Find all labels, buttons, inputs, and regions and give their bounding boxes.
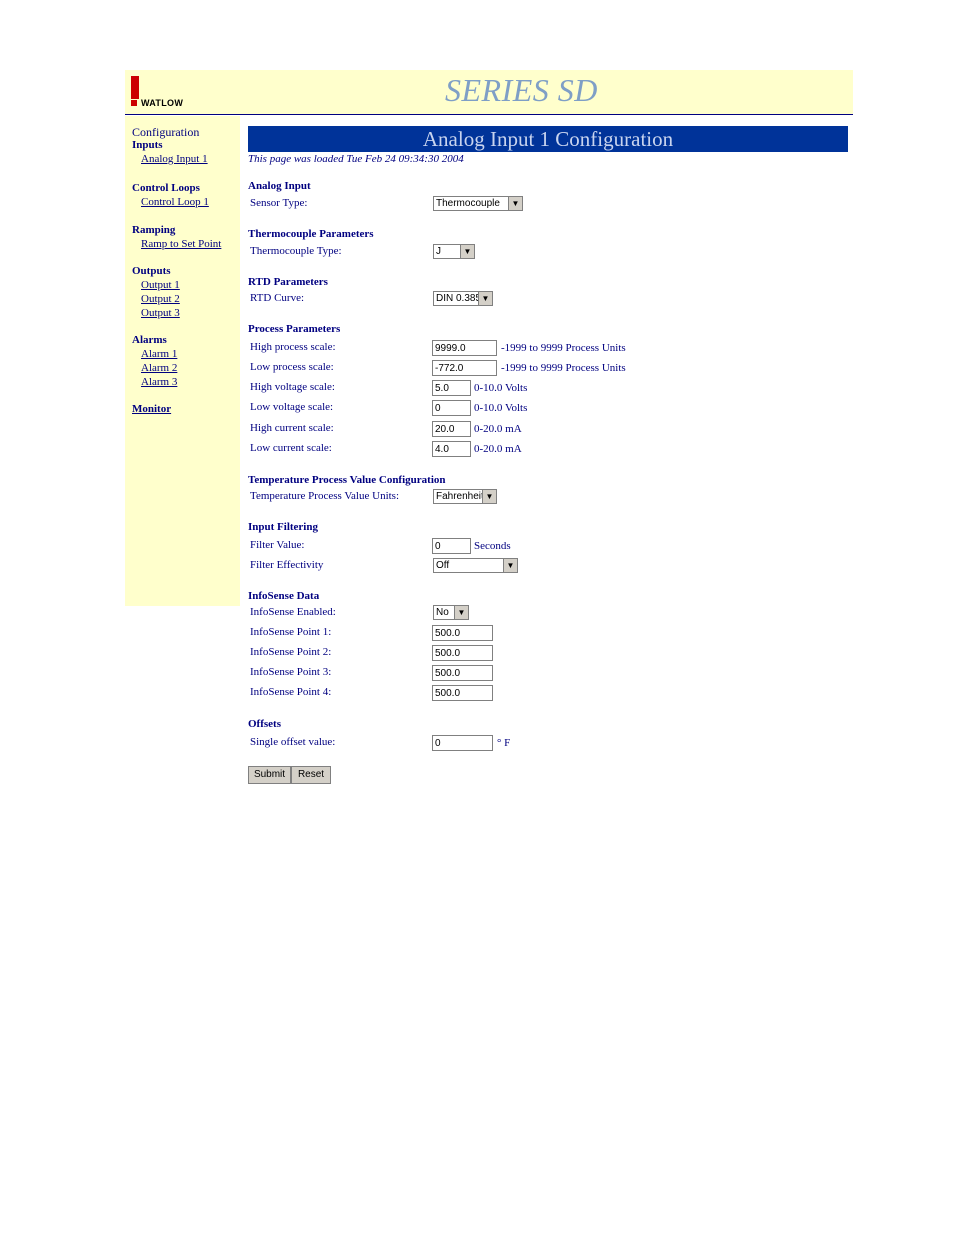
temperature-units-value: Fahrenheit xyxy=(436,491,484,502)
single-offset-input[interactable] xyxy=(432,735,493,751)
nav-group-alarms: Alarms Alarm 1 Alarm 2 Alarm 3 xyxy=(132,334,177,389)
chevron-down-icon: ▼ xyxy=(454,606,468,619)
section-process-parameters: Process Parameters xyxy=(248,323,341,335)
sensor-type-value: Thermocouple xyxy=(436,198,500,209)
temperature-units-select[interactable]: Fahrenheit ▼ xyxy=(433,489,497,504)
low-process-scale-label: Low process scale: xyxy=(250,361,334,373)
logo-bar-icon xyxy=(131,76,139,99)
series-title: SERIES SD xyxy=(445,72,598,108)
logo-mark-icon xyxy=(131,100,137,106)
infosense-enabled-select[interactable]: No ▼ xyxy=(433,605,469,620)
chevron-down-icon: ▼ xyxy=(482,490,496,503)
high-current-scale-range: 0-20.0 mA xyxy=(474,423,522,435)
infosense-point-2-input[interactable] xyxy=(432,645,493,661)
low-current-scale-range: 0-20.0 mA xyxy=(474,443,522,455)
low-process-scale-input[interactable] xyxy=(432,360,497,376)
infosense-point-1-label: InfoSense Point 1: xyxy=(250,626,332,638)
filter-value-unit: Seconds xyxy=(474,540,511,552)
high-current-scale-input[interactable] xyxy=(432,421,471,437)
sensor-type-label: Sensor Type: xyxy=(250,197,308,209)
high-process-scale-range: -1999 to 9999 Process Units xyxy=(501,342,626,354)
sidebar-item-output-3[interactable]: Output 3 xyxy=(141,306,180,320)
nav-heading-alarms: Alarms xyxy=(132,334,167,346)
low-current-scale-label: Low current scale: xyxy=(250,442,332,454)
nav-heading-control-loops: Control Loops xyxy=(132,182,200,194)
sidebar-item-control-loop-1[interactable]: Control Loop 1 xyxy=(141,195,209,209)
infosense-point-4-label: InfoSense Point 4: xyxy=(250,686,332,698)
nav-group-control-loops: Control Loops Control Loop 1 xyxy=(132,182,209,209)
filter-value-input[interactable] xyxy=(432,538,471,554)
section-offsets: Offsets xyxy=(248,718,281,730)
high-process-scale-label: High process scale: xyxy=(250,341,336,353)
thermocouple-type-value: J xyxy=(436,246,441,257)
chevron-down-icon: ▼ xyxy=(460,245,474,258)
section-infosense: InfoSense Data xyxy=(248,590,320,602)
single-offset-unit: ° F xyxy=(497,737,511,749)
filter-value-label: Filter Value: xyxy=(250,539,305,551)
page-title: Analog Input 1 Configuration xyxy=(248,126,848,152)
high-voltage-scale-input[interactable] xyxy=(432,380,471,396)
sensor-type-select[interactable]: Thermocouple ▼ xyxy=(433,196,523,211)
single-offset-label: Single offset value: xyxy=(250,736,336,748)
infosense-point-1-input[interactable] xyxy=(432,625,493,641)
reset-button[interactable]: Reset xyxy=(291,766,331,784)
filter-effectivity-label: Filter Effectivity xyxy=(250,559,324,571)
low-current-scale-input[interactable] xyxy=(432,441,471,457)
submit-button[interactable]: Submit xyxy=(248,766,291,784)
nav-heading-configuration: Configuration xyxy=(132,125,200,139)
low-voltage-scale-range: 0-10.0 Volts xyxy=(474,402,528,414)
rtd-curve-value: DIN 0.385 xyxy=(436,293,482,304)
chevron-down-icon: ▼ xyxy=(503,559,517,572)
sidebar-item-monitor[interactable]: Monitor xyxy=(132,402,171,416)
sidebar: Configuration Inputs Analog Input 1 Cont… xyxy=(125,116,240,606)
nav-group-configuration: Configuration Inputs Analog Input 1 xyxy=(132,126,208,166)
nav-group-monitor: Monitor xyxy=(132,402,171,416)
sidebar-item-ramp-to-set-point[interactable]: Ramp to Set Point xyxy=(141,237,221,251)
sidebar-item-output-1[interactable]: Output 1 xyxy=(141,278,180,292)
watlow-logo: WATLOW xyxy=(131,76,195,108)
sidebar-item-analog-input-1[interactable]: Analog Input 1 xyxy=(141,152,208,166)
infosense-enabled-value: No xyxy=(436,607,449,618)
low-voltage-scale-label: Low voltage scale: xyxy=(250,401,334,413)
filter-effectivity-value: Off xyxy=(436,560,450,571)
infosense-point-2-label: InfoSense Point 2: xyxy=(250,646,332,658)
infosense-enabled-label: InfoSense Enabled: xyxy=(250,606,336,618)
infosense-point-3-label: InfoSense Point 3: xyxy=(250,666,332,678)
section-rtd: RTD Parameters xyxy=(248,276,328,288)
high-voltage-scale-range: 0-10.0 Volts xyxy=(474,382,528,394)
load-timestamp: This page was loaded Tue Feb 24 09:34:30… xyxy=(248,153,464,165)
low-process-scale-range: -1999 to 9999 Process Units xyxy=(501,362,626,374)
sidebar-item-alarm-3[interactable]: Alarm 3 xyxy=(141,375,177,389)
low-voltage-scale-input[interactable] xyxy=(432,400,471,416)
nav-heading-ramping: Ramping xyxy=(132,224,176,236)
rtd-curve-label: RTD Curve: xyxy=(250,292,305,304)
page-header: WATLOW SERIES SD xyxy=(125,70,853,115)
rtd-curve-select[interactable]: DIN 0.385 ▼ xyxy=(433,291,493,306)
thermocouple-type-label: Thermocouple Type: xyxy=(250,245,342,257)
infosense-point-3-input[interactable] xyxy=(432,665,493,681)
thermocouple-type-select[interactable]: J ▼ xyxy=(433,244,475,259)
nav-group-ramping: Ramping Ramp to Set Point xyxy=(132,224,221,251)
temperature-units-label: Temperature Process Value Units: xyxy=(250,490,400,502)
section-input-filtering: Input Filtering xyxy=(248,521,318,533)
nav-heading-inputs: Inputs xyxy=(132,139,163,151)
section-analog-input: Analog Input xyxy=(248,180,311,192)
filter-effectivity-select[interactable]: Off ▼ xyxy=(433,558,518,573)
nav-heading-outputs: Outputs xyxy=(132,265,171,277)
high-voltage-scale-label: High voltage scale: xyxy=(250,381,335,393)
chevron-down-icon: ▼ xyxy=(478,292,492,305)
section-thermocouple: Thermocouple Parameters xyxy=(248,228,374,240)
sidebar-item-output-2[interactable]: Output 2 xyxy=(141,292,180,306)
chevron-down-icon: ▼ xyxy=(508,197,522,210)
sidebar-item-alarm-1[interactable]: Alarm 1 xyxy=(141,347,177,361)
high-process-scale-input[interactable] xyxy=(432,340,497,356)
section-temperature-process: Temperature Process Value Configuration xyxy=(248,474,446,486)
infosense-point-4-input[interactable] xyxy=(432,685,493,701)
sidebar-item-alarm-2[interactable]: Alarm 2 xyxy=(141,361,177,375)
nav-group-outputs: Outputs Output 1 Output 2 Output 3 xyxy=(132,265,180,320)
high-current-scale-label: High current scale: xyxy=(250,422,334,434)
brand-name: WATLOW xyxy=(141,98,184,108)
